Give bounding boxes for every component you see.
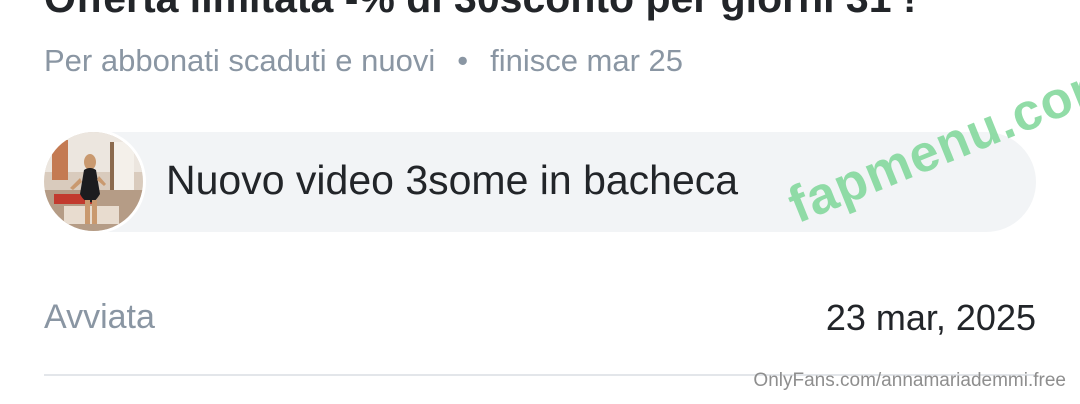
offer-end-date: finisce mar 25 bbox=[490, 43, 684, 78]
offer-title: Offerta limitata -% di 30sconto per gior… bbox=[44, 0, 917, 19]
started-label: Avviata bbox=[44, 298, 155, 336]
offer-audience: Per abbonati scaduti e nuovi bbox=[44, 43, 436, 78]
user-avatar-photo-icon bbox=[44, 132, 143, 231]
footer-url: OnlyFans.com/annamariademmi.free bbox=[753, 370, 1066, 391]
offer-subtitle: Per abbonati scaduti e nuovi • finisce mar… bbox=[44, 43, 684, 78]
offer-message-text: Nuovo video 3some in bacheca bbox=[166, 157, 739, 203]
started-date: 23 mar, 2025 bbox=[825, 297, 1036, 338]
avatar[interactable] bbox=[44, 132, 143, 231]
subtitle-separator: • bbox=[457, 43, 469, 78]
